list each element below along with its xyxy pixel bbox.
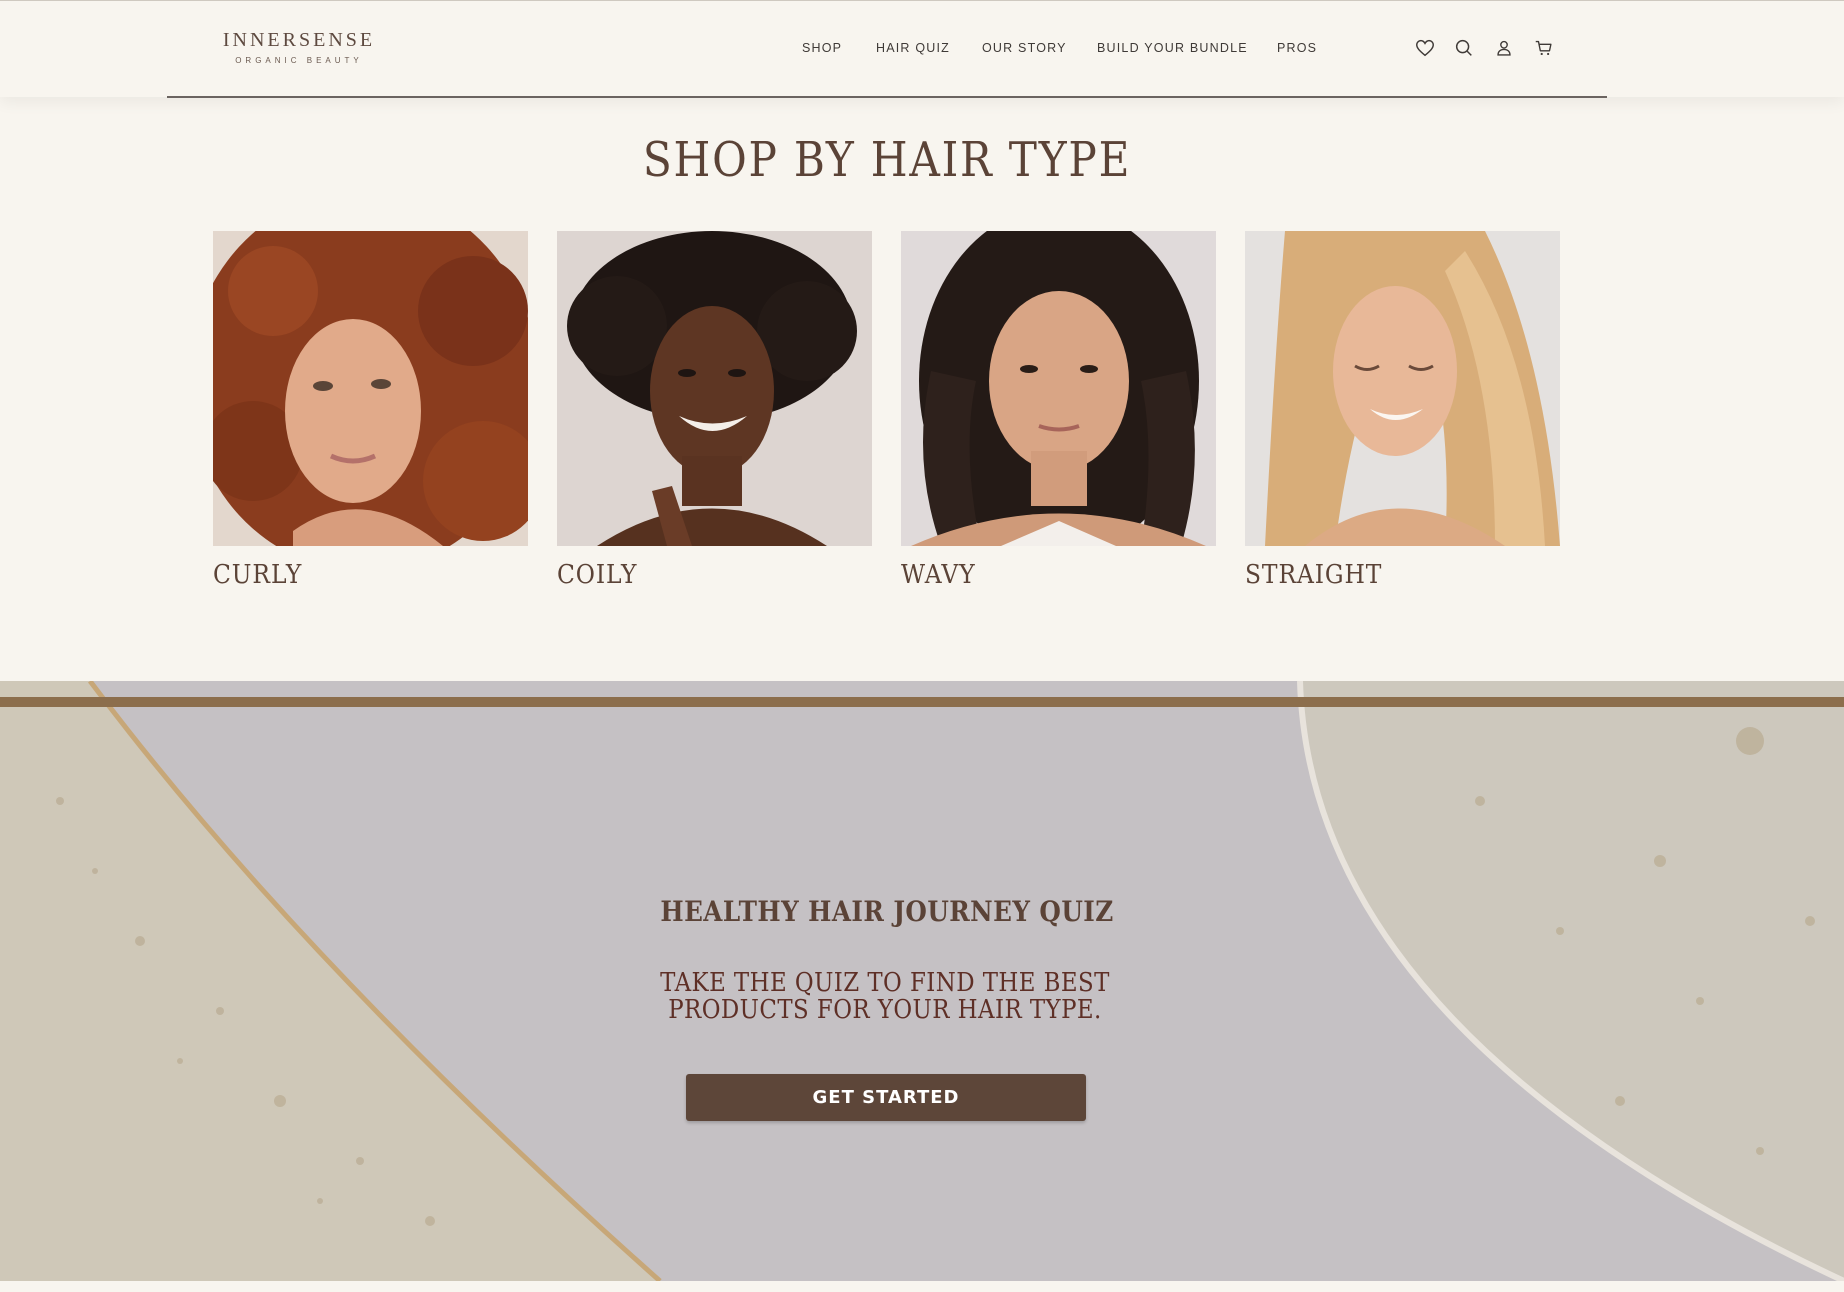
hair-type-label-coily[interactable]: COILY [557, 560, 637, 590]
heart-icon[interactable] [1414, 37, 1436, 59]
search-icon[interactable] [1453, 37, 1475, 59]
get-started-button[interactable]: GET STARTED [686, 1074, 1086, 1121]
header-divider [167, 96, 1607, 98]
coily-hair-photo [557, 231, 872, 546]
wavy-hair-photo [901, 231, 1216, 546]
straight-hair-photo [1245, 231, 1560, 546]
curly-hair-photo [213, 231, 528, 546]
quiz-description-line-1: TAKE THE QUIZ TO FIND THE BEST [660, 968, 1110, 998]
hair-type-label-straight[interactable]: STRAIGHT [1245, 560, 1382, 590]
hair-type-card-coily[interactable] [557, 231, 872, 546]
hair-type-card-wavy[interactable] [901, 231, 1216, 546]
hair-type-label-curly[interactable]: CURLY [213, 560, 302, 590]
hair-type-card-curly[interactable] [213, 231, 528, 546]
page-bottom-edge [0, 1281, 1844, 1292]
banner-accent-stripe [0, 697, 1844, 707]
site-header: INNERSENSE ORGANIC BEAUTY SHOP HAIR QUIZ… [0, 0, 1844, 98]
account-icon[interactable] [1493, 37, 1515, 59]
hair-type-card-straight[interactable] [1245, 231, 1560, 546]
cart-icon[interactable] [1533, 37, 1555, 59]
quiz-banner: HEALTHY HAIR JOURNEY QUIZ TAKE THE QUIZ … [0, 681, 1844, 1281]
hair-type-label-wavy[interactable]: WAVY [901, 560, 976, 590]
header-icons [0, 37, 1844, 61]
section-title: SHOP BY HAIR TYPE [642, 132, 1132, 188]
quiz-heading: HEALTHY HAIR JOURNEY QUIZ [660, 895, 1114, 928]
quiz-description-line-2: PRODUCTS FOR YOUR HAIR TYPE. [668, 995, 1102, 1025]
